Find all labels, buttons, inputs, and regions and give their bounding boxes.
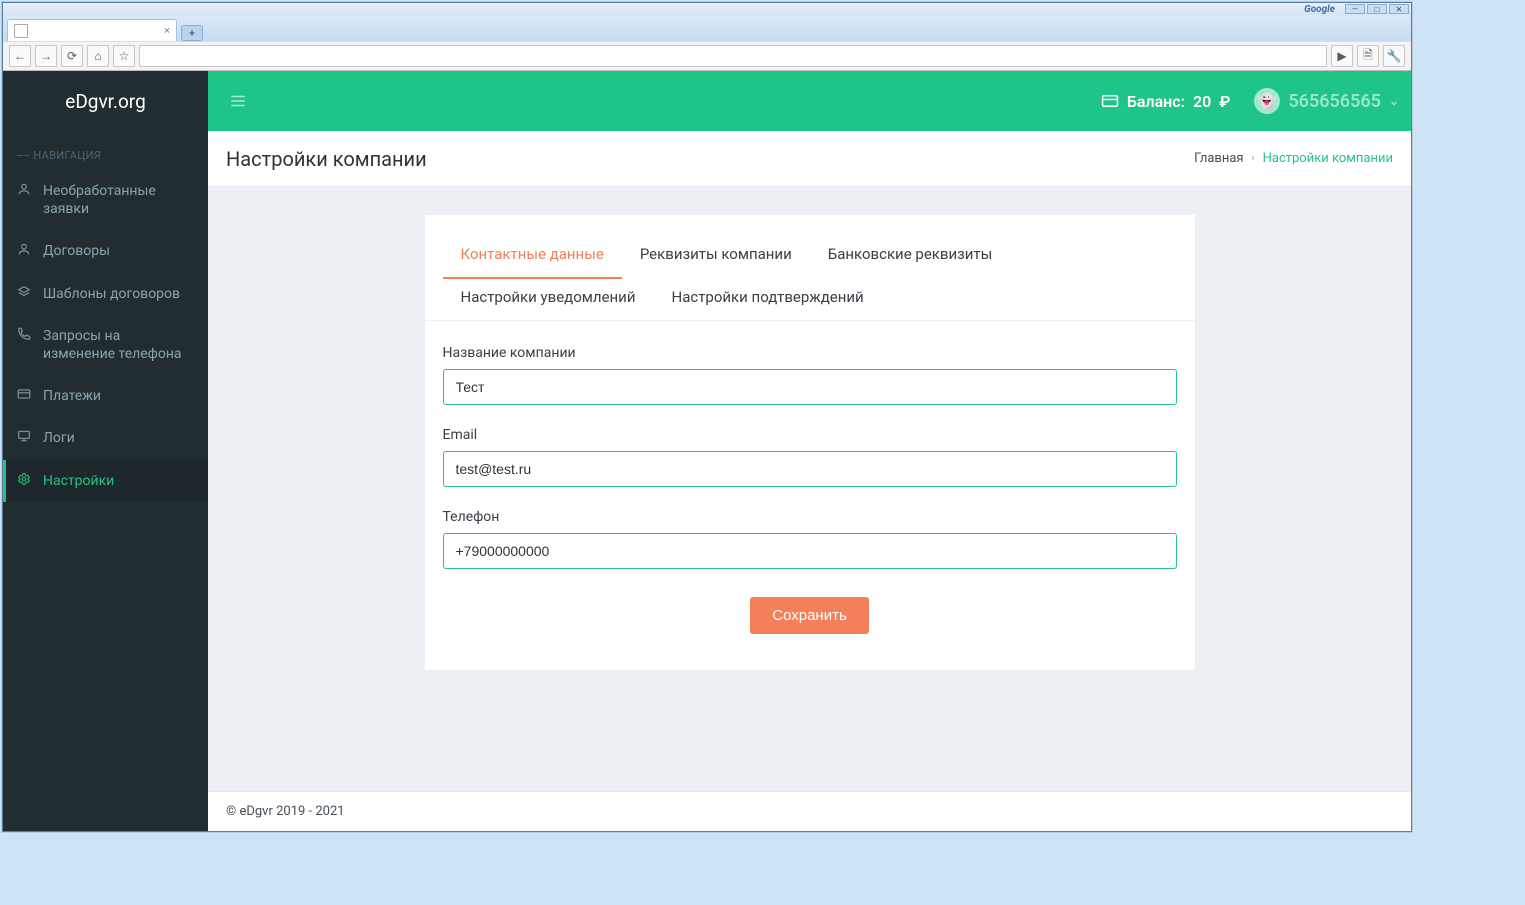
form-actions: Сохранить	[443, 597, 1177, 634]
browser-tab[interactable]: ×	[7, 19, 177, 41]
go-button[interactable]: ▶	[1331, 45, 1353, 67]
page-menu-button[interactable]: 🗎	[1357, 45, 1379, 67]
chevron-down-icon: ⌄	[1389, 94, 1399, 108]
phone-icon	[17, 327, 33, 341]
sidebar-item-requests[interactable]: Необработанные заявки	[3, 170, 208, 230]
nav-section-header: ---- НАВИГАЦИЯ	[3, 131, 208, 170]
contact-form: Название компании Email Телефон Сох	[425, 321, 1195, 634]
page-title: Настройки компании	[226, 147, 427, 171]
balance-value: 20	[1193, 92, 1211, 111]
page-header: Настройки компании Главная › Настройки к…	[208, 131, 1411, 187]
tab-notification-settings[interactable]: Настройки уведомлений	[443, 278, 654, 320]
sidebar-item-payments[interactable]: Платежи	[3, 375, 208, 417]
card-icon	[1101, 92, 1119, 110]
settings-card: Контактные данные Реквизиты компании Бан…	[425, 215, 1195, 670]
save-button[interactable]: Сохранить	[750, 597, 869, 634]
sidebar-item-label: Логи	[43, 429, 194, 447]
url-bar[interactable]	[139, 45, 1327, 67]
settings-menu-button[interactable]: 🔧	[1383, 45, 1405, 67]
footer-text: © eDgvr 2019 - 2021	[226, 804, 345, 819]
breadcrumb-home[interactable]: Главная	[1194, 151, 1243, 166]
breadcrumb: Главная › Настройки компании	[1194, 151, 1393, 166]
brand-logo[interactable]: eDgvr.org	[3, 71, 208, 131]
page-icon	[14, 24, 28, 38]
app-container: eDgvr.org ---- НАВИГАЦИЯ Необработанные …	[3, 71, 1411, 831]
sidebar-item-label: Шаблоны договоров	[43, 285, 194, 303]
sidebar-item-contracts[interactable]: Договоры	[3, 230, 208, 272]
browser-window: Google — □ ✕ × + ← → ⟳ ⌂ ☆ ▶ 🗎 🔧 eDgvr.o…	[2, 2, 1412, 832]
footer: © eDgvr 2019 - 2021	[208, 791, 1411, 831]
browser-toolbar: ← → ⟳ ⌂ ☆ ▶ 🗎 🔧	[3, 41, 1411, 71]
phone-label: Телефон	[443, 509, 1177, 525]
reload-button[interactable]: ⟳	[61, 45, 83, 67]
tab-contact-details[interactable]: Контактные данные	[443, 235, 622, 279]
window-close-button[interactable]: ✕	[1389, 4, 1409, 14]
main-area: Баланс: 20 ₽ 👻 565656565 ⌄ Настройки ком…	[208, 71, 1411, 831]
balance-label: Баланс:	[1127, 92, 1185, 111]
sidebar-item-settings[interactable]: Настройки	[3, 460, 208, 502]
menu-toggle-button[interactable]	[220, 83, 256, 119]
email-input[interactable]	[443, 451, 1177, 487]
tab-bank-requisites[interactable]: Банковские реквизиты	[810, 235, 1011, 278]
sidebar-item-label: Настройки	[43, 472, 194, 490]
window-titlebar: Google — □ ✕	[3, 3, 1411, 15]
phone-field: Телефон	[443, 509, 1177, 569]
gear-icon	[17, 472, 33, 486]
browser-tabstrip: × +	[3, 15, 1411, 41]
forward-button[interactable]: →	[35, 45, 57, 67]
monitor-icon	[17, 429, 33, 443]
phone-input[interactable]	[443, 533, 1177, 569]
user-icon	[17, 242, 33, 256]
stack-icon	[17, 285, 33, 299]
email-label: Email	[443, 427, 1177, 443]
sidebar-item-templates[interactable]: Шаблоны договоров	[3, 273, 208, 315]
username: 565656565	[1288, 91, 1381, 112]
balance-display: Баланс: 20 ₽	[1101, 92, 1231, 111]
new-tab-button[interactable]: +	[181, 25, 203, 41]
sidebar-item-label: Договоры	[43, 242, 194, 260]
sidebar-item-phone-requests[interactable]: Запросы на изменение телефона	[3, 315, 208, 375]
card-icon	[17, 387, 33, 401]
back-button[interactable]: ←	[9, 45, 31, 67]
titlebar-search-brand: Google	[1304, 4, 1335, 15]
window-minimize-button[interactable]: —	[1345, 4, 1365, 14]
bookmark-button[interactable]: ☆	[113, 45, 135, 67]
company-name-field: Название компании	[443, 345, 1177, 405]
sidebar-item-label: Необработанные заявки	[43, 182, 194, 218]
tabs: Контактные данные Реквизиты компании Бан…	[425, 235, 1195, 321]
sidebar-item-logs[interactable]: Логи	[3, 417, 208, 459]
breadcrumb-separator-icon: ›	[1252, 153, 1255, 164]
tab-company-requisites[interactable]: Реквизиты компании	[622, 235, 810, 278]
home-button[interactable]: ⌂	[87, 45, 109, 67]
breadcrumb-current: Настройки компании	[1263, 151, 1393, 166]
company-name-input[interactable]	[443, 369, 1177, 405]
window-maximize-button[interactable]: □	[1367, 4, 1387, 14]
topbar: Баланс: 20 ₽ 👻 565656565 ⌄	[208, 71, 1411, 131]
avatar: 👻	[1254, 88, 1280, 114]
sidebar-item-label: Платежи	[43, 387, 194, 405]
content-area: Контактные данные Реквизиты компании Бан…	[208, 187, 1411, 791]
tab-confirmation-settings[interactable]: Настройки подтверждений	[654, 278, 882, 320]
sidebar: eDgvr.org ---- НАВИГАЦИЯ Необработанные …	[3, 71, 208, 831]
email-field: Email	[443, 427, 1177, 487]
user-menu[interactable]: 👻 565656565 ⌄	[1254, 88, 1399, 114]
company-name-label: Название компании	[443, 345, 1177, 361]
currency-symbol: ₽	[1219, 92, 1230, 111]
tab-close-icon[interactable]: ×	[164, 24, 170, 37]
sidebar-item-label: Запросы на изменение телефона	[43, 327, 194, 363]
user-icon	[17, 182, 33, 196]
